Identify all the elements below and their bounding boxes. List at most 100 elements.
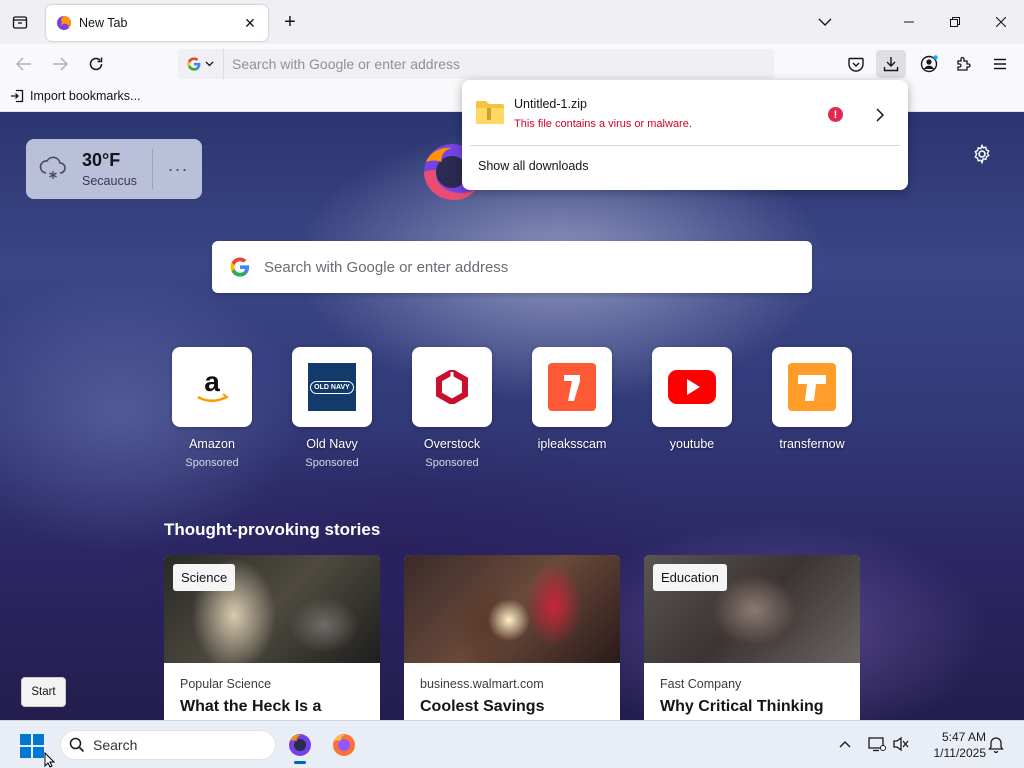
shortcut-amazon[interactable]: a Amazon Sponsored (172, 347, 252, 469)
list-all-tabs-button[interactable] (814, 12, 836, 32)
overstock-logo (412, 347, 492, 427)
panel-divider (470, 145, 900, 146)
network-status-button[interactable] (866, 733, 888, 755)
minimize-icon (904, 21, 914, 23)
app-menu-button[interactable] (985, 50, 1015, 78)
downloads-button[interactable] (876, 50, 906, 78)
shortcut-ipleaksscam[interactable]: ipleaksscam (532, 347, 612, 451)
url-bar[interactable] (178, 49, 774, 79)
shortcut-label: youtube (669, 437, 715, 451)
weather-more-icon[interactable]: ··· (166, 157, 190, 181)
story-card[interactable]: Science Popular Science What the Heck Is… (164, 555, 380, 720)
download-details-button[interactable] (870, 103, 890, 127)
pocket-button[interactable] (841, 50, 871, 78)
shortcut-old-navy[interactable]: OLD NAVY Old Navy Sponsored (292, 347, 372, 469)
sponsored-label: Sponsored (425, 457, 479, 469)
account-button[interactable] (914, 50, 944, 78)
speaker-muted-icon (893, 736, 909, 752)
tab-title: New Tab (79, 16, 128, 30)
tab-strip: New Tab ✕ + (0, 0, 1024, 44)
warning-icon: ! (828, 107, 843, 122)
mouse-cursor-icon (44, 751, 56, 768)
notifications-button[interactable] (985, 733, 1007, 755)
firefox-view-button[interactable] (6, 10, 34, 34)
arrow-left-icon (16, 57, 31, 71)
story-category-tag: Science (173, 564, 236, 591)
weather-divider (152, 149, 153, 189)
story-headline: Why Critical Thinking (660, 698, 824, 715)
import-icon (11, 89, 24, 103)
tab-new-tab[interactable]: New Tab ✕ (46, 5, 268, 41)
taskbar-firefox[interactable] (328, 729, 360, 761)
show-hidden-icons-button[interactable] (834, 733, 856, 755)
chevron-right-icon (876, 108, 884, 122)
download-icon (883, 57, 899, 72)
personalize-settings-button[interactable] (972, 143, 994, 166)
story-source: Fast Company (660, 677, 742, 691)
firefox-icon (289, 734, 311, 756)
clock-date: 1/11/2025 (933, 746, 987, 760)
downloads-panel: Untitled-1.zip This file contains a viru… (462, 80, 908, 190)
shortcut-label: Overstock (423, 437, 481, 451)
minimize-button[interactable] (886, 0, 932, 44)
account-icon (920, 55, 938, 73)
reload-button[interactable] (82, 50, 110, 78)
main-search-input[interactable] (264, 258, 764, 276)
svg-text:a: a (204, 369, 220, 397)
youtube-logo (652, 347, 732, 427)
volume-button[interactable] (890, 733, 912, 755)
url-input[interactable] (232, 56, 774, 72)
close-tab-icon[interactable]: ✕ (242, 15, 258, 31)
amazon-logo: a (172, 347, 252, 427)
taskbar-firefox-active[interactable] (284, 729, 316, 764)
old-navy-logo-text: OLD NAVY (310, 380, 354, 394)
new-tab-button[interactable]: + (278, 10, 302, 34)
download-filename[interactable]: Untitled-1.zip (514, 97, 587, 111)
shortcut-transfernow[interactable]: transfernow (772, 347, 852, 451)
back-button[interactable] (10, 50, 38, 78)
shortcut-label: Old Navy (306, 437, 358, 451)
forward-button[interactable] (46, 50, 74, 78)
arrow-right-icon (53, 57, 68, 71)
import-bookmarks-button[interactable]: Import bookmarks... (10, 89, 140, 103)
taskbar-clock[interactable]: 5:47 AM 1/11/2025 (918, 729, 987, 761)
weather-city: Secaucus (82, 174, 137, 188)
search-icon (69, 737, 85, 753)
story-card[interactable]: Education Fast Company Why Critical Thin… (644, 555, 860, 720)
overstock-logo-icon (436, 370, 468, 404)
google-icon (187, 57, 201, 71)
new-tab-page: 30°F Secaucus ··· a Amazon Sponsored OLD… (0, 112, 1024, 720)
story-headline: Coolest Savings (420, 698, 545, 715)
amazon-logo-icon: a (197, 369, 229, 402)
extensions-button[interactable] (949, 50, 979, 78)
story-card[interactable]: business.walmart.com Coolest Savings (404, 555, 620, 720)
taskbar-search-box[interactable]: Search (60, 730, 276, 760)
search-engine-button[interactable] (178, 49, 224, 79)
story-image: Science (164, 555, 380, 663)
stories-heading: Thought-provoking stories (164, 520, 381, 539)
story-category-tag: Education (653, 564, 727, 591)
main-search-box[interactable] (212, 241, 812, 293)
puzzle-icon (957, 56, 971, 71)
cloud-snow-icon (39, 156, 66, 179)
ipleaksscam-logo (532, 347, 612, 427)
chevron-down-icon (205, 61, 214, 67)
shortcut-youtube[interactable]: youtube (652, 347, 732, 451)
close-window-button[interactable] (978, 0, 1024, 44)
firefox-icon (333, 734, 355, 756)
zip-folder-icon (475, 99, 505, 130)
bell-icon (988, 737, 1004, 753)
shortcut-overstock[interactable]: Overstock Sponsored (412, 347, 492, 469)
weather-widget[interactable]: 30°F Secaucus ··· (26, 139, 202, 199)
reload-icon (89, 57, 103, 71)
firefox-favicon-icon (57, 16, 71, 30)
maximize-button[interactable] (932, 0, 978, 44)
story-headline: What the Heck Is a (180, 698, 322, 715)
story-source: Popular Science (180, 677, 272, 691)
show-all-downloads-button[interactable]: Show all downloads (478, 159, 589, 173)
windows-logo-icon (20, 734, 44, 758)
navigation-toolbar (0, 44, 1024, 84)
active-indicator (294, 761, 306, 764)
firefox-view-icon (12, 16, 28, 29)
import-bookmarks-label: Import bookmarks... (30, 89, 141, 103)
